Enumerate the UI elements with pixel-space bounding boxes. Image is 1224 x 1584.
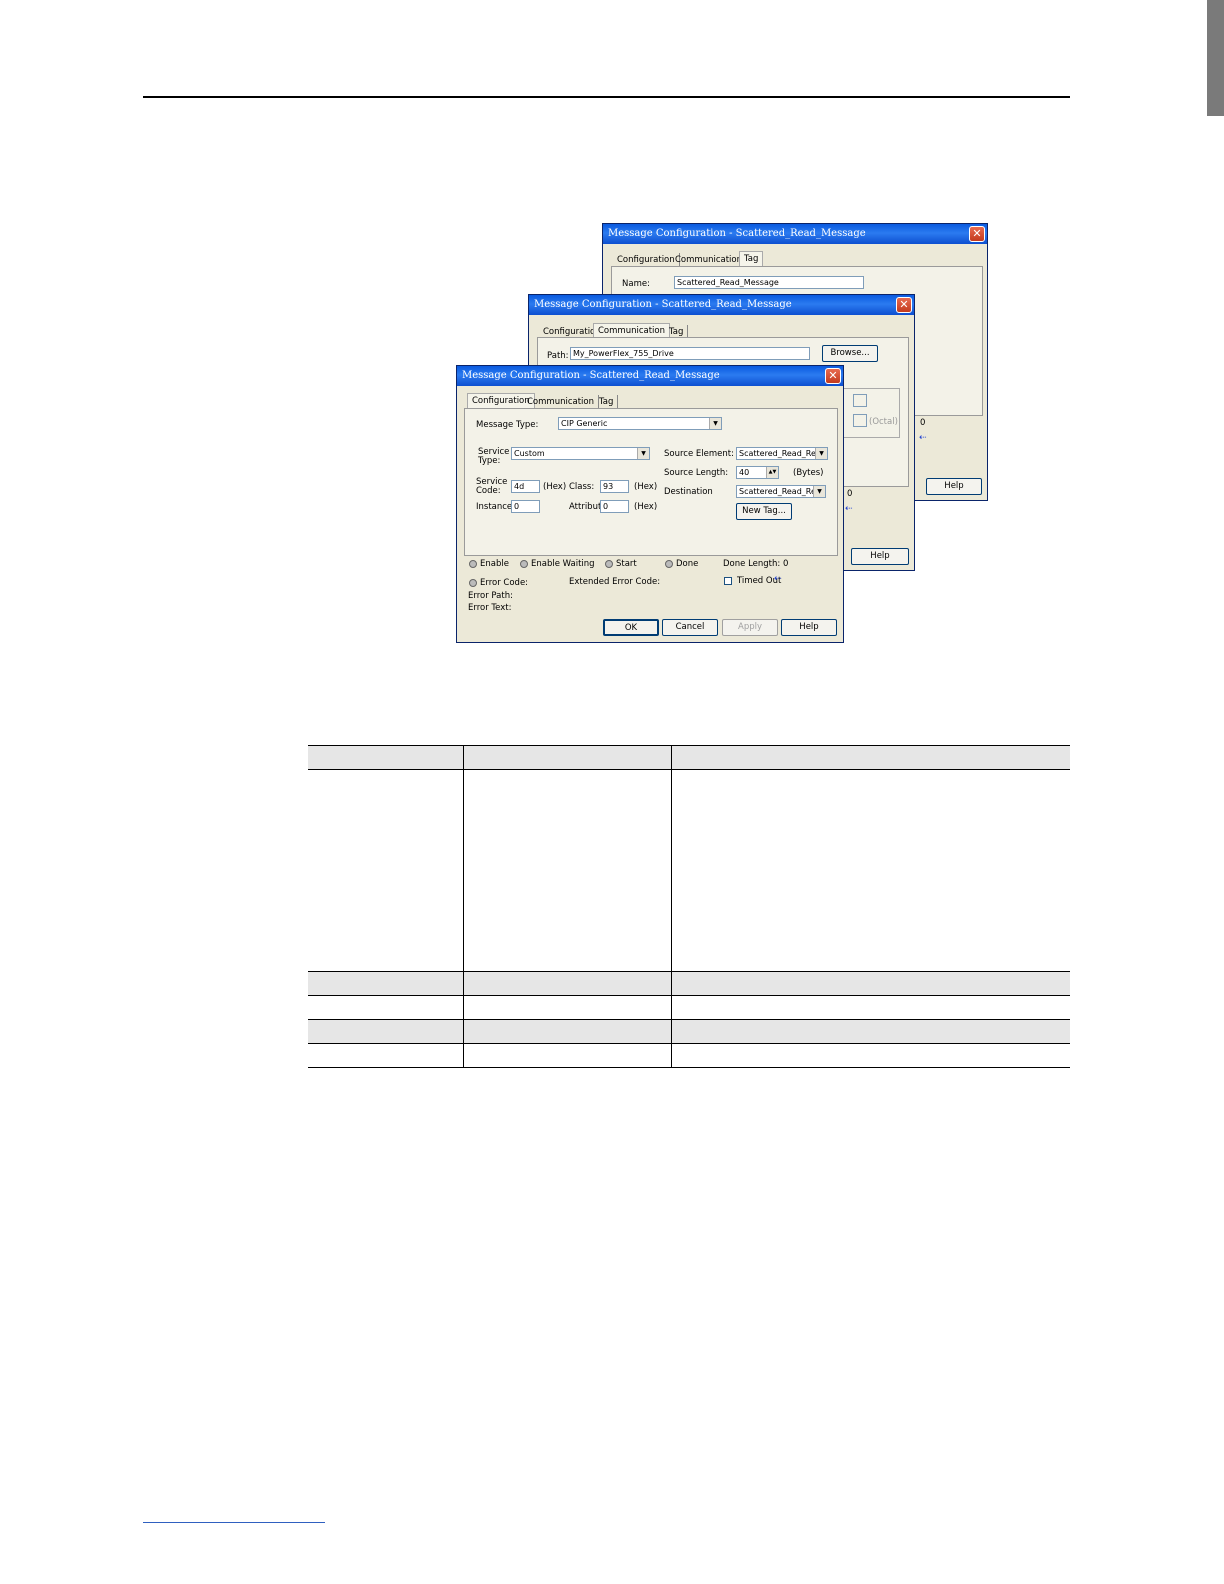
start-label: Start	[616, 559, 637, 569]
service-code-input[interactable]: 4d	[511, 480, 540, 493]
table-row	[308, 770, 1070, 972]
attribute-input[interactable]: 0	[600, 500, 629, 513]
class-hex-label: (Hex)	[634, 482, 658, 492]
name-label: Name:	[622, 279, 650, 289]
help-button[interactable]: Help	[851, 548, 909, 565]
chapter-side-tab	[1207, 0, 1224, 116]
spinner-field	[853, 394, 867, 407]
instance-label: Instance:	[476, 502, 516, 512]
new-tag-button[interactable]: New Tag...	[736, 503, 792, 520]
dialog-title: Message Configuration - Scattered_Read_M…	[529, 295, 914, 315]
arrow-icon: ⇠	[774, 574, 782, 584]
done-label: Done	[676, 559, 699, 569]
header-rule	[143, 96, 1070, 98]
table-header-row	[308, 745, 1070, 770]
source-length-value: 40	[739, 468, 750, 477]
message-type-select[interactable]: CIP Generic ▼	[558, 417, 722, 430]
enable-label: Enable	[480, 559, 509, 569]
source-element-value: Scattered_Read_Req	[739, 449, 821, 458]
source-length-spinner[interactable]: 40 ▲▼	[736, 466, 779, 479]
tab-panel: Message Type: CIP Generic ▼ Service Type…	[464, 408, 838, 556]
table-row	[308, 996, 1070, 1020]
tab-communication[interactable]: Communication	[523, 395, 599, 409]
message-type-label: Message Type:	[476, 420, 539, 430]
error-path-label: Error Path:	[468, 591, 513, 601]
chevron-down-icon: ▼	[637, 448, 649, 459]
attribute-hex-label: (Hex)	[634, 502, 658, 512]
source-length-label: Source Length:	[664, 468, 729, 478]
arrow-icon: ⇠	[845, 504, 853, 514]
column-divider	[671, 745, 672, 1068]
tab-communication[interactable]: Communication	[671, 253, 747, 267]
ok-button[interactable]: OK	[603, 619, 659, 636]
browse-button[interactable]: Browse...	[822, 345, 878, 362]
enable-waiting-label: Enable Waiting	[531, 559, 595, 569]
done-indicator	[665, 560, 673, 568]
path-input[interactable]: My_PowerFlex_755_Drive	[570, 347, 810, 360]
tab-tag[interactable]: Tag	[739, 251, 764, 266]
column-divider	[463, 745, 464, 1068]
name-input[interactable]: Scattered_Read_Message	[674, 276, 864, 289]
destination-select[interactable]: Scattered_Read_Re ▼	[736, 485, 826, 498]
path-label: Path:	[547, 351, 569, 361]
table-row	[308, 1044, 1070, 1068]
destination-label: Destination	[664, 487, 713, 497]
close-icon[interactable]: ✕	[896, 297, 912, 313]
source-element-label: Source Element:	[664, 449, 734, 459]
service-code-label-2: Code:	[476, 486, 501, 496]
help-button[interactable]: Help	[926, 478, 982, 495]
chevron-down-icon: ▼	[815, 448, 827, 459]
done-length-label: Done Length: 0	[723, 559, 789, 569]
class-input[interactable]: 93	[600, 480, 629, 493]
spinner-arrows-icon[interactable]: ▲▼	[766, 467, 778, 478]
footer-link-underline	[143, 1522, 325, 1523]
source-element-select[interactable]: Scattered_Read_Req ▼	[736, 447, 828, 460]
bytes-label: (Bytes)	[793, 468, 824, 478]
tab-tag[interactable]: Tag	[595, 395, 619, 409]
service-type-value: Custom	[514, 449, 545, 458]
arrow-icon: ⇠	[919, 433, 927, 443]
enable-indicator	[469, 560, 477, 568]
instance-input[interactable]: 0	[511, 500, 540, 513]
class-label: Class:	[569, 482, 595, 492]
destination-value: Scattered_Read_Re	[739, 487, 816, 496]
enable-waiting-indicator	[520, 560, 528, 568]
connection-group: (Octal)	[838, 388, 900, 438]
dialog-title: Message Configuration - Scattered_Read_M…	[603, 224, 987, 244]
service-type-label-2: Type:	[478, 456, 501, 466]
peek-value: 0	[847, 489, 853, 499]
close-icon[interactable]: ✕	[969, 226, 985, 242]
extended-error-code-label: Extended Error Code:	[569, 577, 661, 587]
table-row	[308, 972, 1070, 996]
table-row	[308, 1020, 1070, 1044]
error-code-indicator	[469, 579, 477, 587]
tab-communication[interactable]: Communication	[593, 323, 670, 338]
message-type-value: CIP Generic	[561, 419, 608, 428]
octal-spinner-field	[853, 414, 867, 427]
service-type-select[interactable]: Custom ▼	[511, 447, 650, 460]
help-button[interactable]: Help	[781, 619, 837, 636]
tab-configuration[interactable]: Configuration	[613, 253, 680, 267]
dialog-configuration-tab: Message Configuration - Scattered_Read_M…	[456, 365, 844, 643]
octal-label: (Octal)	[869, 417, 898, 427]
error-text-label: Error Text:	[468, 603, 512, 613]
service-code-hex-label: (Hex)	[543, 482, 567, 492]
timed-out-checkbox[interactable]	[724, 577, 732, 585]
peek-value: 0	[920, 418, 926, 428]
start-indicator	[605, 560, 613, 568]
cancel-button[interactable]: Cancel	[662, 619, 718, 636]
chevron-down-icon: ▼	[709, 418, 721, 429]
error-code-label: Error Code:	[480, 578, 529, 588]
apply-button[interactable]: Apply	[722, 619, 778, 636]
dialog-title: Message Configuration - Scattered_Read_M…	[457, 366, 843, 386]
close-icon[interactable]: ✕	[825, 368, 841, 384]
chevron-down-icon: ▼	[813, 486, 825, 497]
